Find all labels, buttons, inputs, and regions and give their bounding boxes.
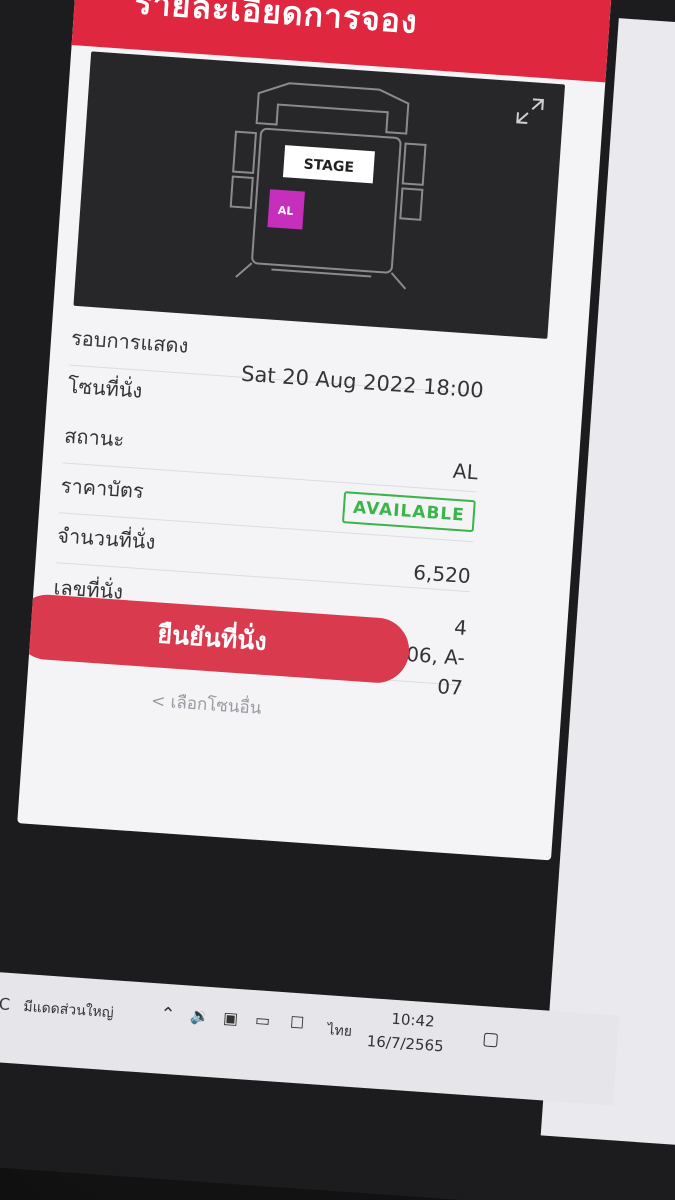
weather-text[interactable]: มีแดดส่วนใหญ่ — [23, 996, 115, 1024]
seat-map-graphic: STAGE AL — [229, 82, 427, 290]
status-label: สถานะ — [63, 423, 126, 452]
notification-icon[interactable]: ▢ — [482, 1028, 500, 1050]
network-icon[interactable]: ▣ — [222, 1008, 238, 1028]
seat-map[interactable]: STAGE AL — [73, 51, 566, 339]
expand-icon[interactable] — [514, 95, 546, 127]
device-icon[interactable]: ☐ — [289, 1013, 305, 1033]
price-value: 6,520 — [412, 560, 472, 589]
weather-temp[interactable]: 29°C — [0, 992, 11, 1014]
stage-label: STAGE — [303, 157, 354, 176]
windows-taskbar: 29°C มีแดดส่วนใหญ่ ⌃ 🔉 ▣ ▭ ☐ ไทย 10:42 1… — [0, 965, 620, 1106]
clock-time[interactable]: 10:42 — [391, 1010, 435, 1031]
count-value: 4 — [453, 615, 468, 640]
zone-al-label: AL — [277, 204, 293, 218]
battery-icon[interactable]: ▭ — [254, 1010, 270, 1030]
photo-scene: รายละเอียดการจอง STAGE AL รอบการแสดง โซน… — [0, 0, 675, 1200]
modal-title: รายละเอียดการจอง — [133, 0, 419, 42]
seats-value-line2: 07 — [436, 674, 464, 700]
booking-modal: รายละเอียดการจอง STAGE AL รอบการแสดง โซน… — [17, 0, 613, 861]
clock-date[interactable]: 16/7/2565 — [366, 1032, 444, 1055]
speaker-icon[interactable]: 🔉 — [190, 1006, 211, 1026]
chevron-up-icon[interactable]: ⌃ — [160, 1004, 177, 1026]
count-label: จำนวนที่นั่ง — [56, 523, 157, 555]
choose-other-zone-link[interactable]: < เลือกโซนอื่น — [150, 687, 262, 722]
monitor-screen: รายละเอียดการจอง STAGE AL รอบการแสดง โซน… — [0, 0, 675, 1200]
status-badge: AVAILABLE — [342, 491, 476, 533]
language-indicator[interactable]: ไทย — [327, 1019, 353, 1043]
zone-value: AL — [452, 458, 479, 485]
price-label: ราคาบัตร — [60, 473, 145, 504]
